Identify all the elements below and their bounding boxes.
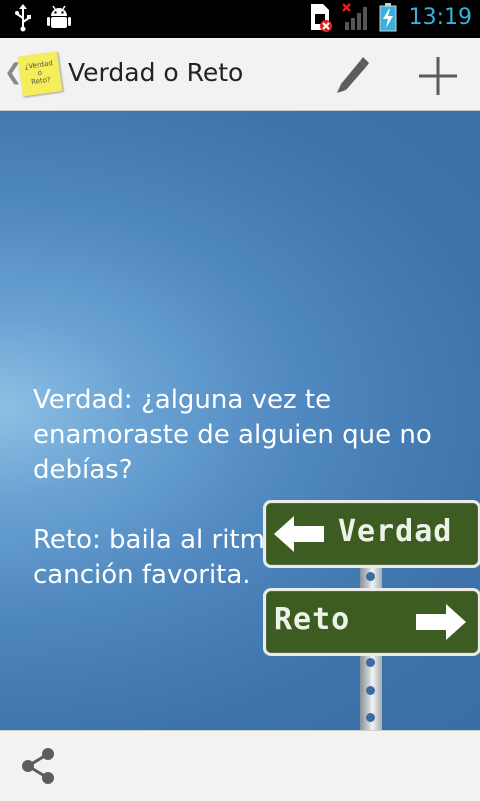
edit-icon[interactable] [333,54,373,94]
dare-sign-label: Reto [274,602,351,637]
signal-off-icon [341,3,367,30]
android-debug-icon [47,5,71,28]
dare-sign-button[interactable]: Reto [263,588,480,656]
battery-charging-icon [379,3,397,32]
pole-bolt [366,658,375,667]
truth-sign-button[interactable]: Verdad [263,500,480,568]
arrow-left-icon [274,516,324,552]
usb-icon [15,4,31,32]
action-bar: ❮ ¿Verdad o Reto? Verdad o Reto [0,38,480,111]
clock: 13:19 [408,4,472,30]
truth-question: Verdad: ¿alguna vez te enamoraste de alg… [33,385,432,485]
page-title: Verdad o Reto [68,58,244,87]
arrow-right-icon [416,604,466,640]
share-icon[interactable] [18,746,58,786]
pole-bolt [366,572,375,581]
app-logo[interactable]: ¿Verdad o Reto? [17,51,63,97]
pole-bolt [366,686,375,695]
pole-bolt [366,713,375,722]
bottom-bar [0,730,480,801]
status-bar: 13:19 [0,0,480,38]
truth-sign-label: Verdad [338,514,453,549]
add-icon[interactable] [416,54,460,98]
sim-card-icon [310,4,332,32]
